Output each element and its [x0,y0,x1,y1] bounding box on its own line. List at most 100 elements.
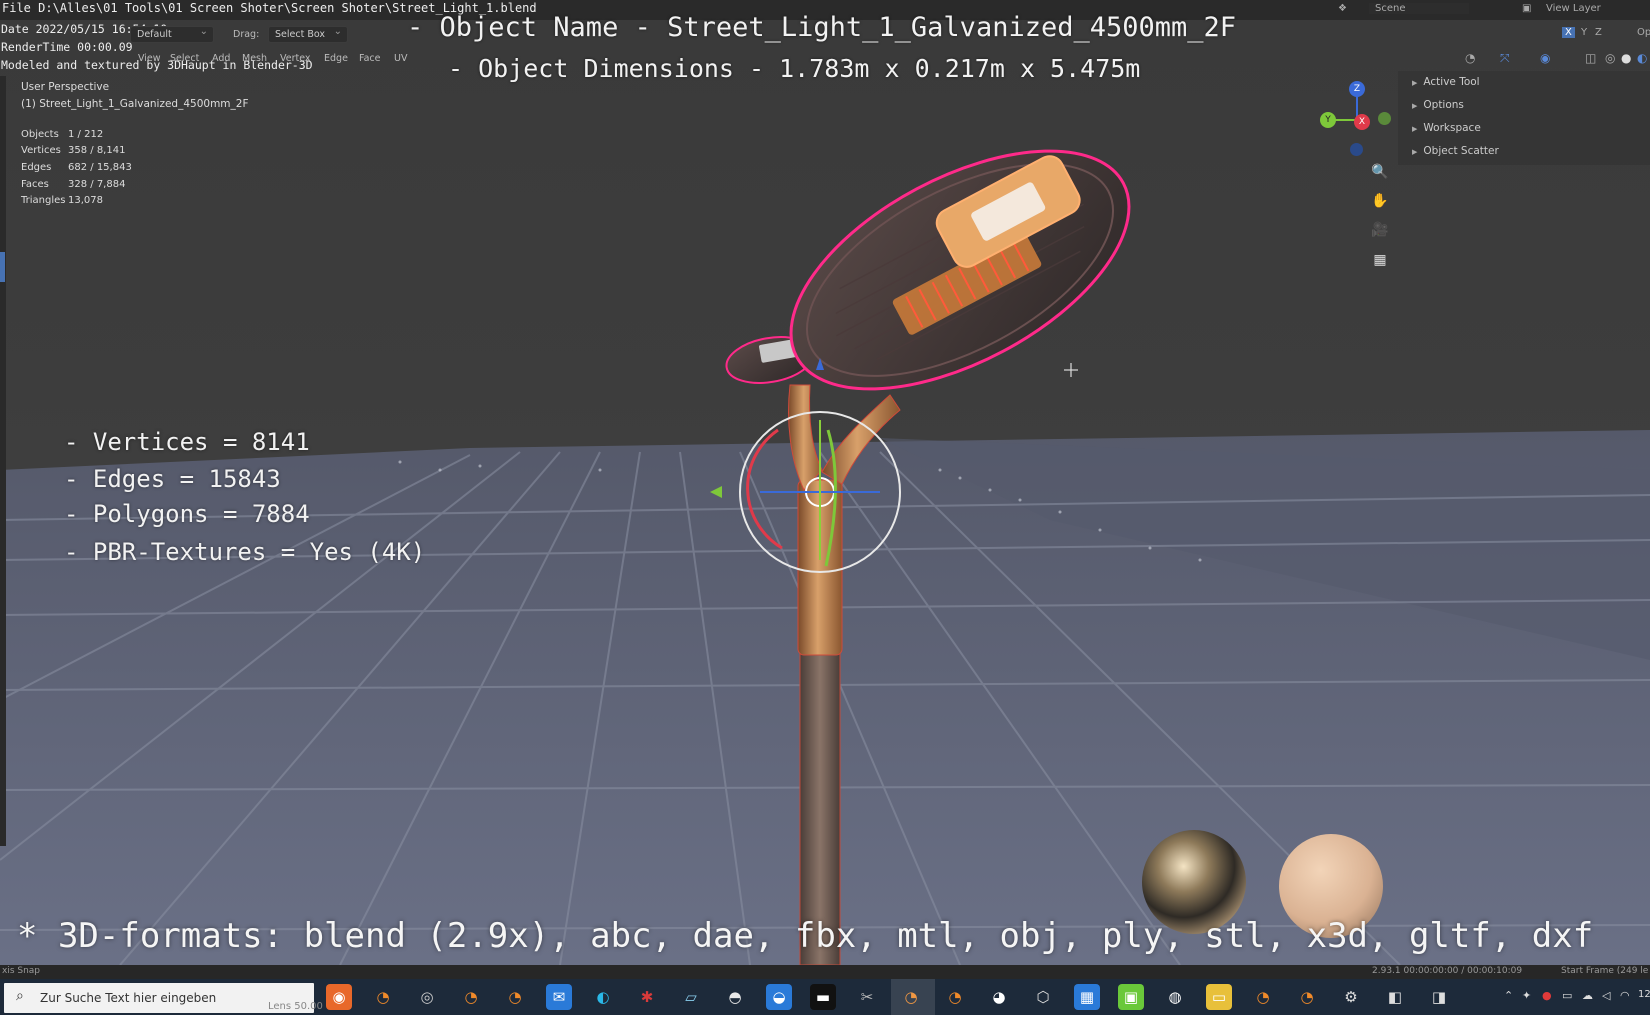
panel-active-tool[interactable]: ▶ Active Tool [1412,76,1480,88]
search-icon: ⌕ [16,988,24,1004]
left-toolbar[interactable] [0,76,6,846]
render-time: RenderTime 00:00.09 [1,40,133,54]
window-icon[interactable]: ◧ [1382,984,1408,1010]
tray-network-icon[interactable]: ✦ [1522,989,1531,1002]
menu-view[interactable]: View [138,53,161,64]
settings-gear-icon[interactable]: ⚙ [1338,984,1364,1010]
stat-edges: Edges 682 / 15,843 [21,161,132,173]
blender-icon[interactable]: ◔ [1294,984,1320,1010]
gizmo-y-axis[interactable]: Y [1320,112,1336,128]
options-menu[interactable]: Op [1637,27,1650,38]
menu-select[interactable]: Select [170,53,199,64]
menu-mesh[interactable]: Mesh [242,53,267,64]
app-icon[interactable]: ✱ [634,984,660,1010]
stat-faces: Faces 328 / 7,884 [21,178,126,190]
axis-z-toggle[interactable]: Z [1592,27,1605,38]
panel-object-scatter[interactable]: ▶ Object Scatter [1412,145,1499,157]
drag-label: Drag: [233,29,260,40]
status-left-text: xis Snap [2,966,41,976]
edge-browser-icon[interactable]: ◐ [590,984,616,1010]
notepad-icon[interactable]: ▱ [678,984,704,1010]
menu-edge[interactable]: Edge [324,53,348,64]
file-explorer-icon[interactable]: ▭ [1206,984,1232,1010]
panda-app-icon[interactable]: ◕ [986,984,1012,1010]
expand-triangle-icon: ▶ [1412,102,1418,110]
paint-icon[interactable]: ◓ [722,984,748,1010]
gizmo-toggle-icon[interactable]: ⤧ [1500,51,1510,66]
stat-vertices: Vertices 358 / 8,141 [21,145,126,157]
object-dimensions-title: - Object Dimensions - 1.783m x 0.217m x … [448,54,1141,83]
gizmo-neg-z-axis[interactable] [1350,143,1363,156]
window-icon[interactable]: ◨ [1426,984,1452,1010]
solid-shading-icon[interactable]: ● [1621,51,1631,65]
wireframe-shading-icon[interactable]: ◎ [1605,51,1615,65]
xray-icon[interactable]: ◫ [1585,51,1596,65]
menu-vertex[interactable]: Vertex [280,53,311,64]
expand-triangle-icon: ▶ [1412,148,1418,156]
camera-view-icon[interactable]: 🎥 [1368,218,1392,242]
scene-icon[interactable]: ❖ [1338,3,1347,14]
axis-x-toggle[interactable]: X [1562,27,1575,38]
cube-app-icon[interactable]: ⬡ [1030,984,1056,1010]
blender-icon[interactable]: ◔ [370,984,396,1010]
stat-triangles: Triangles 13,078 [21,195,103,207]
mail-icon[interactable]: ✉ [546,984,572,1010]
snipping-tool-icon[interactable]: ✂ [854,984,880,1010]
status-version-time: 2.93.1 00:00:00:00 / 00:00:10:09 [1372,966,1523,976]
view-perspective: User Perspective [21,81,110,93]
spec-textures: - PBR-Textures = Yes (4K) [64,538,426,566]
panel-options[interactable]: ▶ Options [1412,99,1464,111]
pan-hand-icon[interactable]: ✋ [1368,189,1392,213]
gizmo-z-axis[interactable]: Z [1349,81,1365,97]
tray-cloud-icon[interactable]: ☁ [1582,989,1593,1002]
menu-uv[interactable]: UV [394,53,407,64]
view-layer-icon[interactable]: ▣ [1522,3,1531,14]
spec-vertices: - Vertices = 8141 [64,428,310,456]
blender-icon[interactable]: ◔ [1250,984,1276,1010]
orientation-dropdown[interactable]: Default [130,26,214,43]
stat-objects: Objects 1 / 212 [21,128,104,140]
menu-add[interactable]: Add [212,53,230,64]
tray-chevron-icon[interactable]: ⌃ [1504,989,1513,1002]
view-layer-selector[interactable]: View Layer [1546,3,1601,14]
terminal-icon[interactable]: ▬ [810,984,836,1010]
gizmo-x-axis[interactable]: X [1354,114,1370,130]
expand-triangle-icon: ▶ [1412,79,1418,87]
view-object-types-icon[interactable]: ◔ [1465,51,1475,65]
spec-edges: - Edges = 15843 [64,465,281,493]
active-object-label: (1) Street_Light_1_Galvanized_4500mm_2F [21,98,249,110]
panel-workspace[interactable]: ▶ Workspace [1412,122,1481,134]
search-placeholder: Zur Suche Text hier eingeben [40,991,217,1005]
zoom-icon[interactable]: 🔍 [1368,160,1392,184]
davinci-icon[interactable]: ◍ [1162,984,1188,1010]
status-bar: xis Snap 2.93.1 00:00:00:00 / 00:00:10:0… [0,965,1650,979]
tray-app-icon[interactable]: ● [1542,989,1552,1002]
drag-dropdown[interactable]: Select Box [268,26,348,43]
tray-volume-icon[interactable]: ◁ [1602,989,1610,1002]
blender-icon[interactable]: ◔ [502,984,528,1010]
tray-wifi-icon[interactable]: ◠ [1620,989,1630,1002]
security-icon[interactable]: ◒ [766,984,792,1010]
tray-battery-icon[interactable]: ▭ [1562,989,1572,1002]
blender-icon[interactable]: ◔ [458,984,484,1010]
axis-y-toggle[interactable]: Y [1578,27,1590,38]
overlays-icon[interactable]: ◉ [1540,51,1550,65]
menu-face[interactable]: Face [359,53,380,64]
perspective-toggle-icon[interactable]: ▦ [1368,248,1392,272]
firefox-icon[interactable]: ◉ [326,984,352,1010]
scene-selector[interactable]: Scene [1369,3,1469,14]
obs-icon[interactable]: ◎ [414,984,440,1010]
calendar-icon[interactable]: ▦ [1074,984,1100,1010]
3d-viewport[interactable]: File D:\Alles\01 Tools\01 Screen Shoter\… [0,0,1650,965]
active-tool-indicator[interactable] [0,252,5,282]
status-start-frame: Start Frame (249 le [1561,966,1649,976]
camera-lens-text: Lens 50.00 [268,1001,323,1012]
material-shading-icon[interactable]: ◐ [1637,51,1647,65]
nvidia-icon[interactable]: ▣ [1118,984,1144,1010]
spec-polygons: - Polygons = 7884 [64,500,310,528]
viewport-statistics: Objects 1 / 212 Vertices 358 / 8,141 Edg… [21,126,132,209]
gizmo-neg-y-axis[interactable] [1378,112,1391,125]
tray-clock[interactable]: 12: [1638,989,1650,1000]
blender-icon[interactable]: ◔ [942,984,968,1010]
object-name-title: - Object Name - Street_Light_1_Galvanize… [407,12,1237,43]
